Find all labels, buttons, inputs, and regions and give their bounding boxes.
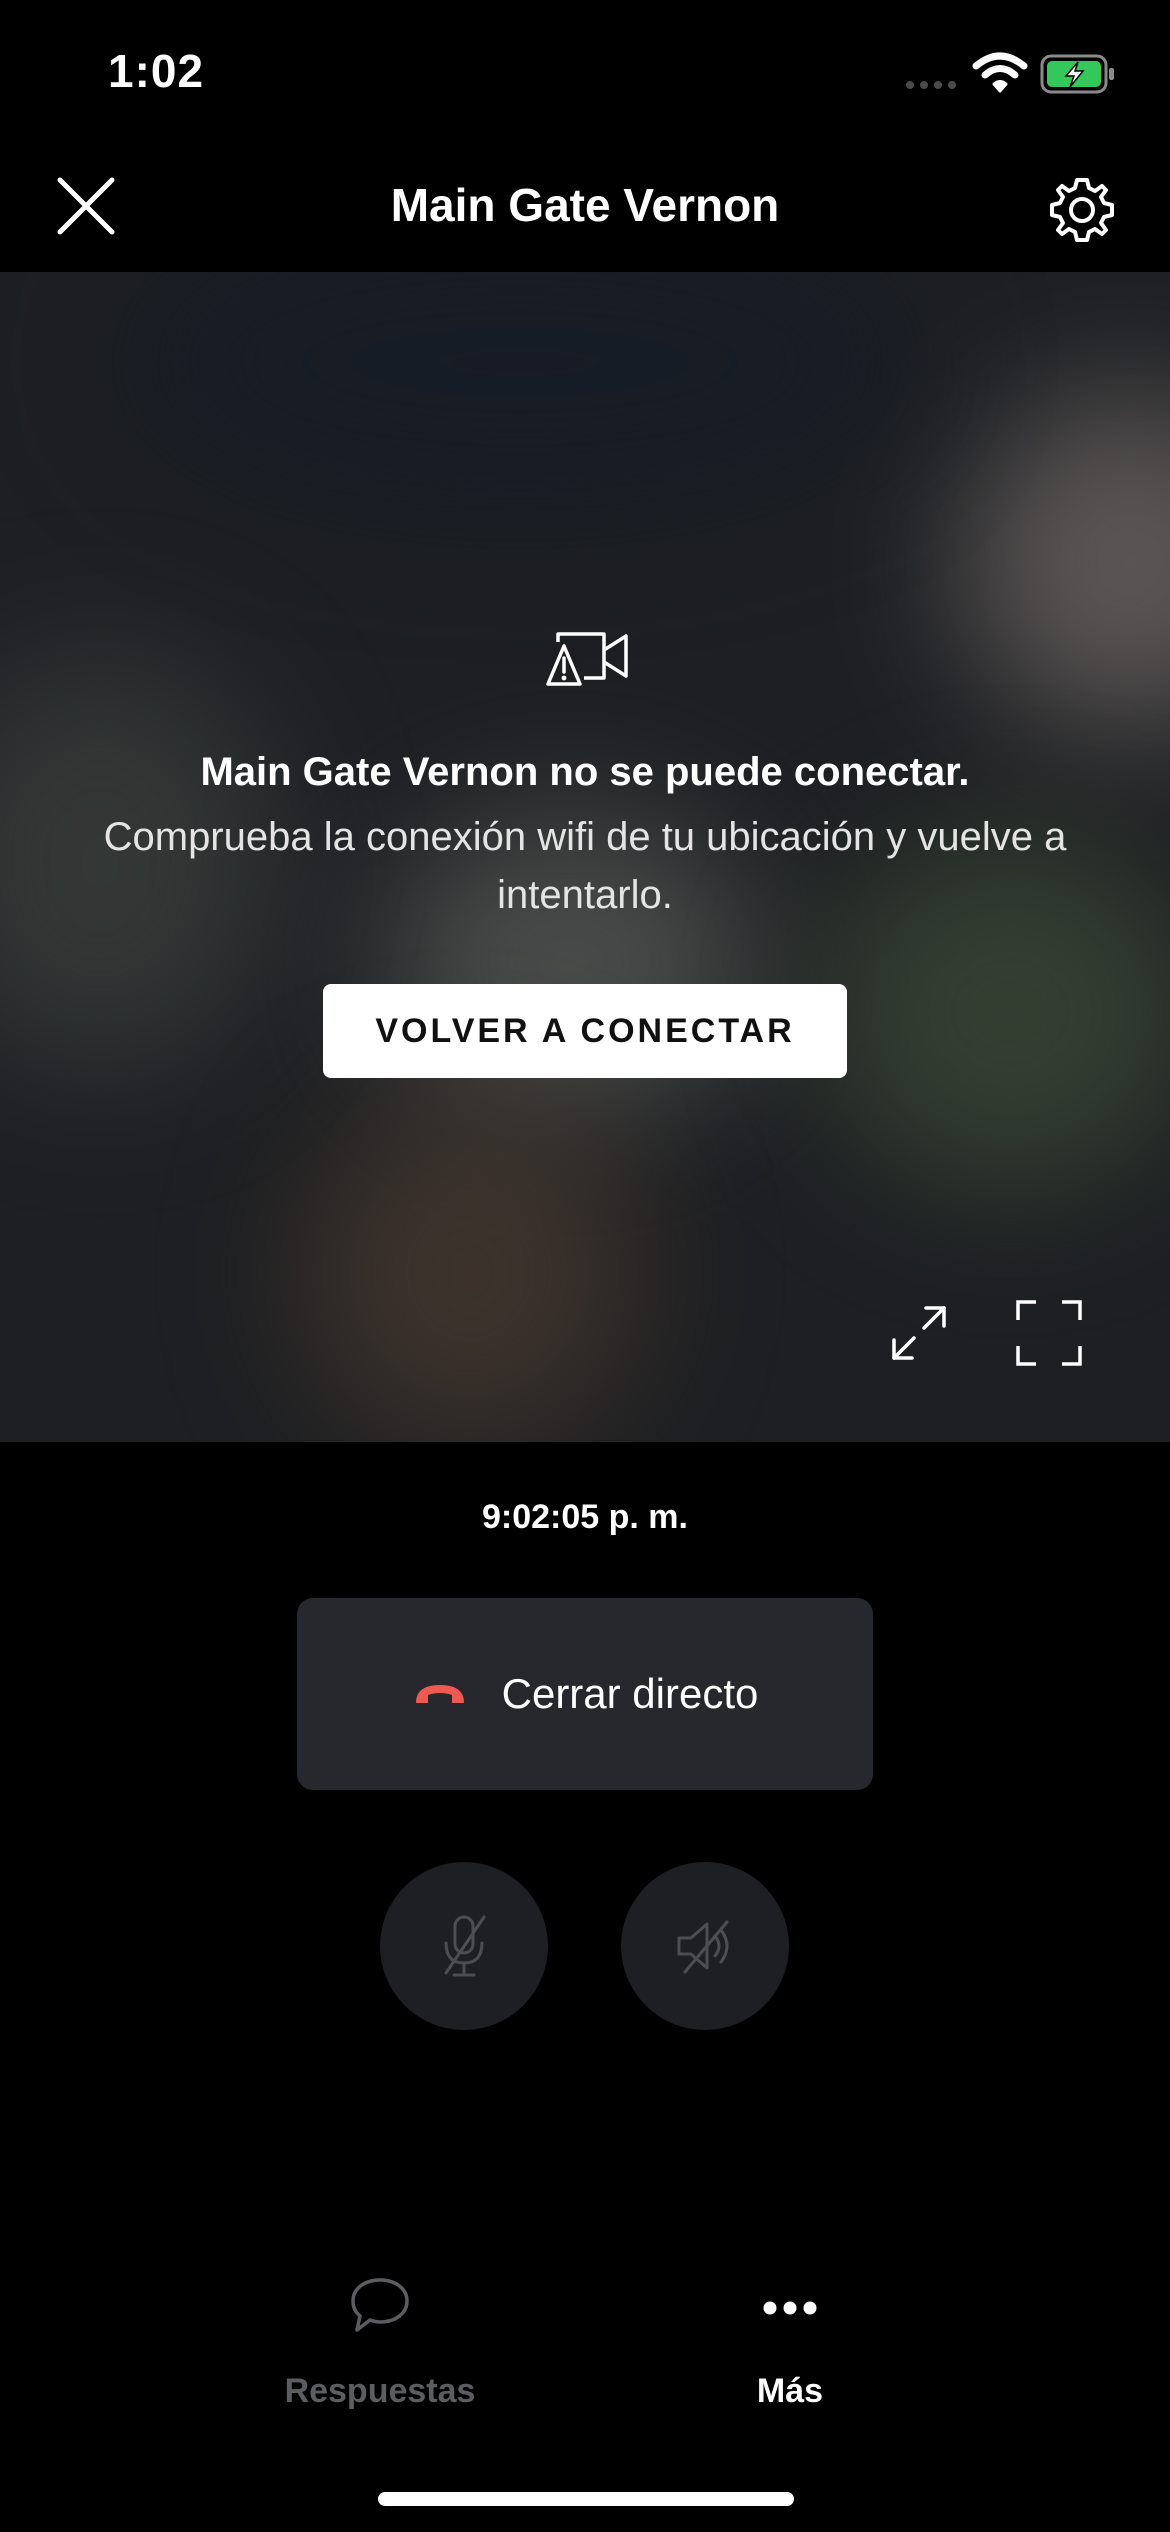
settings-button[interactable] [1046, 174, 1118, 246]
home-indicator[interactable] [378, 2492, 794, 2506]
reconnect-button[interactable]: VOLVER A CONECTAR [323, 984, 847, 1078]
page-title: Main Gate Vernon [390, 179, 780, 231]
microphone-toggle-button[interactable] [380, 1862, 548, 2030]
tab-mas-label: Más [756, 2372, 824, 2410]
connection-error-message: Comprueba la conexión wifi de tu ubicaci… [103, 815, 1067, 917]
microphone-muted-icon [444, 1915, 486, 1977]
camera-warning-icon [546, 632, 628, 686]
status-time: 1:02 [108, 45, 205, 97]
chat-bubble-icon [351, 2278, 409, 2332]
gear-icon [1050, 178, 1114, 242]
wifi-icon [972, 52, 1028, 93]
expand-video-button[interactable] [888, 1302, 950, 1364]
tab-mas[interactable]: Más [690, 2268, 890, 2418]
fullscreen-icon [1016, 1300, 1082, 1366]
tab-respuestas-label: Respuestas [284, 2372, 476, 2410]
battery-charging-icon [1040, 54, 1114, 94]
fullscreen-button[interactable] [1016, 1300, 1082, 1366]
tab-respuestas[interactable]: Respuestas [260, 2268, 500, 2418]
hang-up-icon [415, 1685, 464, 1703]
expand-arrows-icon [892, 1306, 946, 1360]
speaker-muted-icon [677, 1920, 729, 1974]
cellular-signal-icon [906, 81, 956, 89]
video-timestamp: 9:02:05 p. m. [482, 1498, 688, 1536]
end-live-button[interactable]: Cerrar directo [297, 1598, 873, 1790]
connection-error-title: Main Gate Vernon no se puede conectar. [200, 750, 970, 794]
end-live-label: Cerrar directo [501, 1670, 759, 1717]
speaker-toggle-button[interactable] [621, 1862, 789, 2030]
more-dots-icon [763, 2301, 817, 2315]
